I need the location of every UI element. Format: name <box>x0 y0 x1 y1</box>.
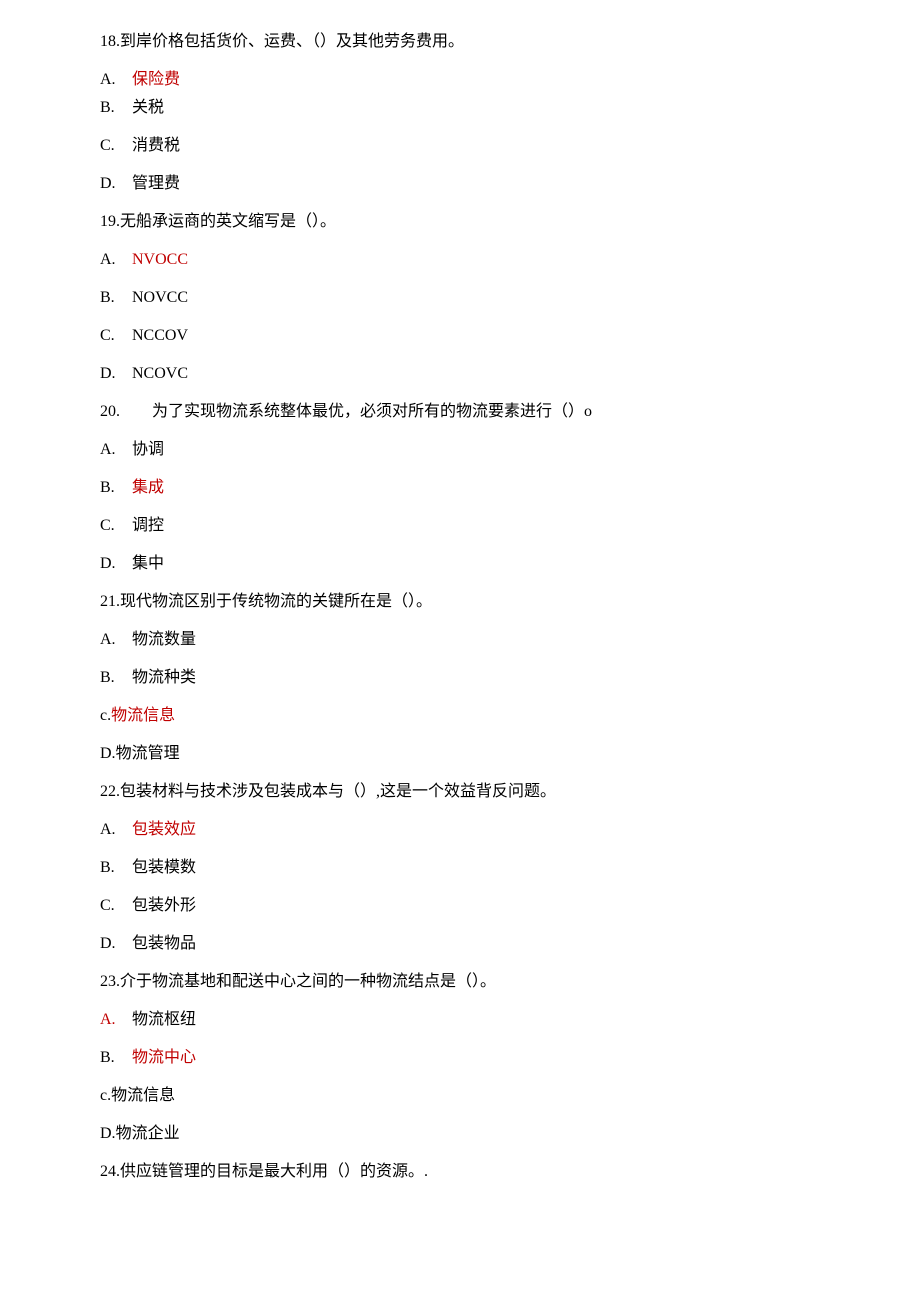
option-b: B. 集成 <box>100 476 820 500</box>
option-label: A. <box>100 68 128 92</box>
option-d: D. 集中 <box>100 552 820 576</box>
option-text: 物流信息 <box>111 1087 175 1104</box>
option-text: NCOVC <box>132 365 188 382</box>
option-a: A. 协调 <box>100 438 820 462</box>
option-d: D. 包装物品 <box>100 932 820 956</box>
option-text: 包装外形 <box>132 897 196 914</box>
option-text: 物流企业 <box>116 1125 180 1142</box>
question-24: 24.供应链管理的目标是最大利用（）的资源。. <box>100 1160 820 1184</box>
question-text: 到岸价格包括货价、运费、（）及其他劳务费用。 <box>120 33 464 50</box>
option-label: A. <box>100 628 128 652</box>
option-text: 包装物品 <box>132 935 196 952</box>
option-text: 关税 <box>132 99 164 116</box>
option-b: B. 关税 <box>100 96 820 120</box>
option-a: A. NVOCC <box>100 248 820 272</box>
question-text: 为了实现物流系统整体最优，必须对所有的物流要素进行（）o <box>120 403 592 420</box>
option-label: B. <box>100 96 128 120</box>
option-label: D. <box>100 172 128 196</box>
option-b: B. 物流种类 <box>100 666 820 690</box>
option-text: 物流管理 <box>116 745 180 762</box>
option-text: 物流中心 <box>132 1049 196 1066</box>
question-number: 19. <box>100 213 120 230</box>
question-18: 18.到岸价格包括货价、运费、（）及其他劳务费用。 <box>100 30 820 54</box>
option-label: B. <box>100 856 128 880</box>
question-23: 23.介于物流基地和配送中心之间的一种物流结点是（）。 <box>100 970 820 994</box>
option-label: B. <box>100 476 128 500</box>
option-d: D.物流企业 <box>100 1122 820 1146</box>
option-text: 集中 <box>132 555 164 572</box>
option-text: NCCOV <box>132 327 188 344</box>
option-text: 集成 <box>132 479 164 496</box>
option-b: B. 物流中心 <box>100 1046 820 1070</box>
option-label: D. <box>100 932 128 956</box>
question-19: 19.无船承运商的英文缩写是（）。 <box>100 210 820 234</box>
option-c: C. NCCOV <box>100 324 820 348</box>
question-number: 22. <box>100 783 120 800</box>
option-label: B. <box>100 1046 128 1070</box>
option-c: C. 调控 <box>100 514 820 538</box>
option-label: C. <box>100 324 128 348</box>
option-label: C. <box>100 894 128 918</box>
question-20: 20. 为了实现物流系统整体最优，必须对所有的物流要素进行（）o <box>100 400 820 424</box>
option-text: 管理费 <box>132 175 180 192</box>
option-d: D.物流管理 <box>100 742 820 766</box>
option-label: B. <box>100 286 128 310</box>
option-text: 包装模数 <box>132 859 196 876</box>
option-label: D. <box>100 1125 116 1142</box>
option-c: c.物流信息 <box>100 1084 820 1108</box>
option-label: B. <box>100 666 128 690</box>
option-text: 保险费 <box>132 71 180 88</box>
question-number: 21. <box>100 593 120 610</box>
option-label: D. <box>100 362 128 386</box>
option-text: 消费税 <box>132 137 180 154</box>
question-text: 无船承运商的英文缩写是（）。 <box>120 213 336 230</box>
question-number: 18. <box>100 33 120 50</box>
option-text: NVOCC <box>132 251 188 268</box>
option-c: c.物流信息 <box>100 704 820 728</box>
option-label: A. <box>100 248 128 272</box>
option-c: C. 消费税 <box>100 134 820 158</box>
question-21: 21.现代物流区别于传统物流的关键所在是（）。 <box>100 590 820 614</box>
option-label: A. <box>100 818 128 842</box>
option-label: A. <box>100 1008 128 1032</box>
question-text: 现代物流区别于传统物流的关键所在是（）。 <box>120 593 432 610</box>
option-text: 物流种类 <box>132 669 196 686</box>
option-label: A. <box>100 438 128 462</box>
option-text: 协调 <box>132 441 164 458</box>
option-a: A. 物流数量 <box>100 628 820 652</box>
question-number: 23. <box>100 973 120 990</box>
option-d: D. NCOVC <box>100 362 820 386</box>
option-text: 包装效应 <box>132 821 196 838</box>
option-a: A. 保险费 <box>100 68 820 92</box>
option-label: C. <box>100 134 128 158</box>
question-text: 介于物流基地和配送中心之间的一种物流结点是（）。 <box>120 973 496 990</box>
option-text: 物流枢纽 <box>132 1011 196 1028</box>
question-number: 24. <box>100 1163 120 1180</box>
question-text: 供应链管理的目标是最大利用（）的资源。. <box>120 1163 428 1180</box>
option-c: C. 包装外形 <box>100 894 820 918</box>
option-b: B. NOVCC <box>100 286 820 310</box>
option-label: D. <box>100 745 116 762</box>
option-text: 物流信息 <box>111 707 175 724</box>
option-d: D. 管理费 <box>100 172 820 196</box>
question-text: 包装材料与技术涉及包装成本与（）,这是一个效益背反问题。 <box>120 783 556 800</box>
option-label: C. <box>100 514 128 538</box>
question-22: 22.包装材料与技术涉及包装成本与（）,这是一个效益背反问题。 <box>100 780 820 804</box>
option-label: c. <box>100 707 111 724</box>
option-a: A. 包装效应 <box>100 818 820 842</box>
option-label: D. <box>100 552 128 576</box>
option-a: A. 物流枢纽 <box>100 1008 820 1032</box>
option-b: B. 包装模数 <box>100 856 820 880</box>
option-text: 调控 <box>132 517 164 534</box>
question-number: 20. <box>100 403 120 420</box>
option-text: 物流数量 <box>132 631 196 648</box>
option-text: NOVCC <box>132 289 188 306</box>
option-label: c. <box>100 1087 111 1104</box>
